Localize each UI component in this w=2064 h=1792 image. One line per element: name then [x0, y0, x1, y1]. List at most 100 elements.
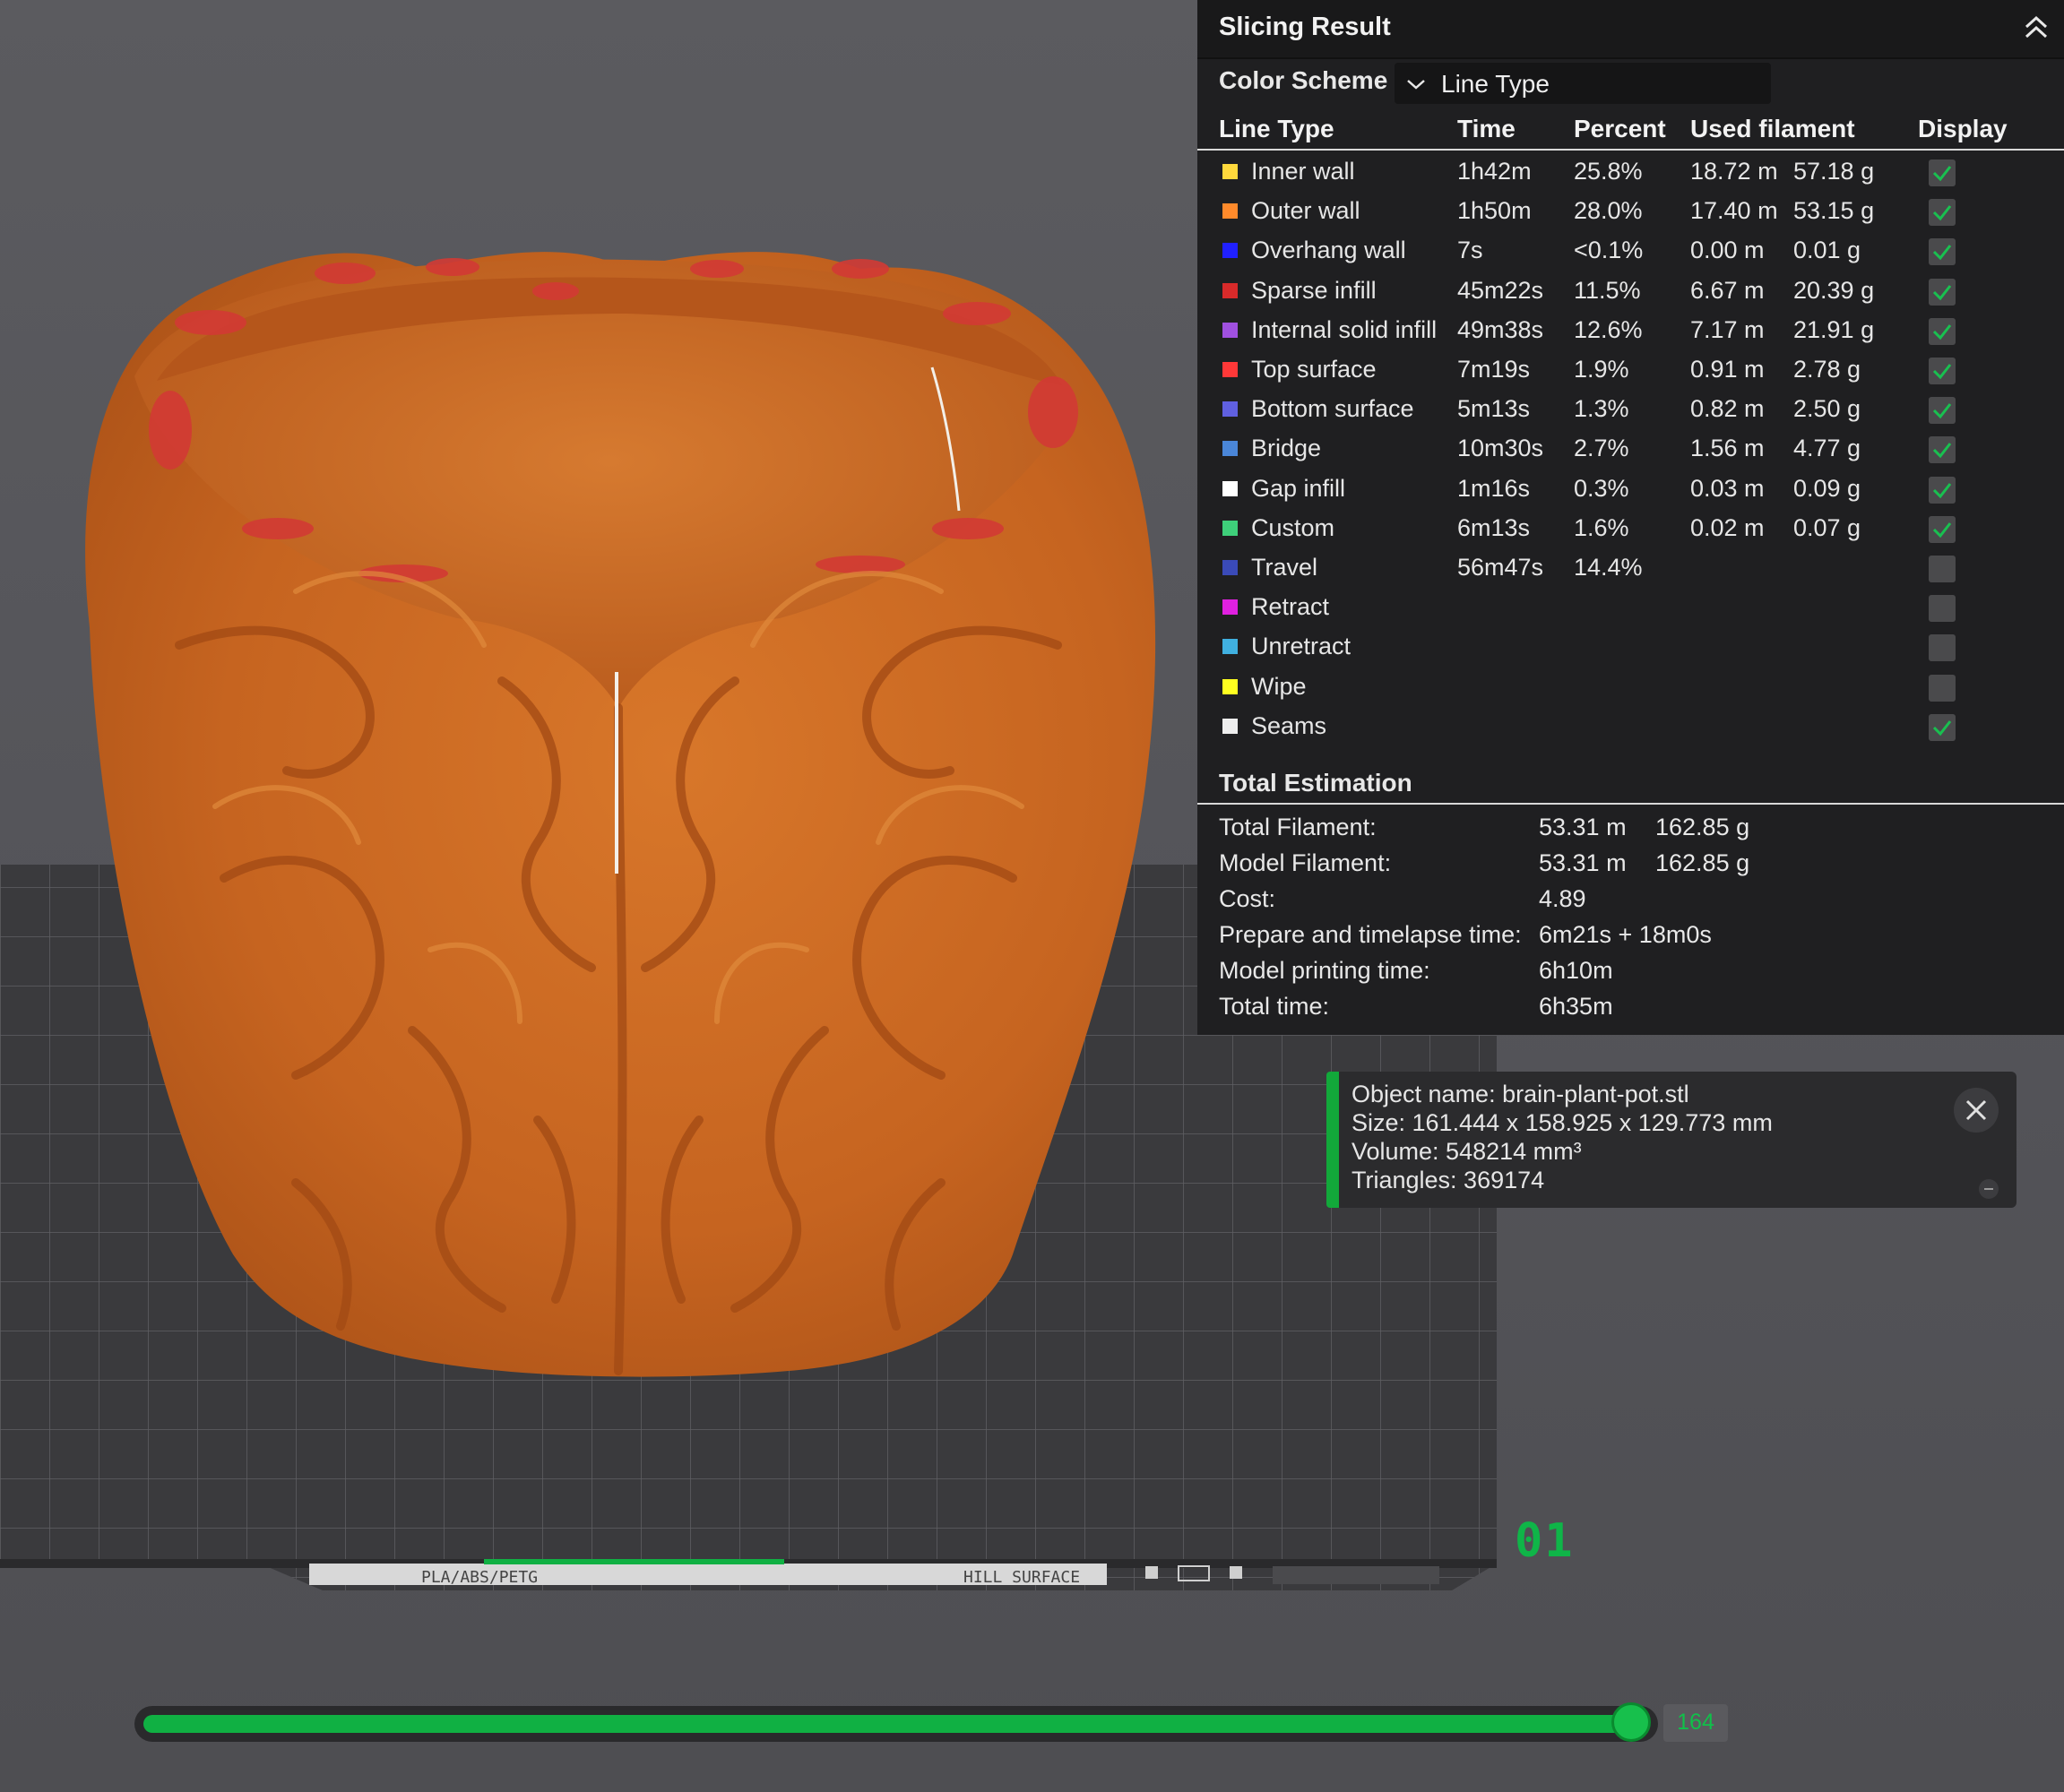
checkmark-icon — [1932, 482, 1952, 498]
line-type-weight: 57.18 g — [1793, 158, 1875, 185]
layer-slider-handle[interactable] — [1611, 1702, 1651, 1742]
display-checkbox[interactable] — [1929, 159, 1956, 186]
accent-bar — [1326, 1072, 1339, 1208]
line-type-weight: 0.07 g — [1793, 513, 1861, 541]
line-type-row: Top surface 7m19s 1.9% 0.91 m 2.78 g — [1197, 350, 2064, 390]
total-estimation-row: Model Filament: 53.31 m 162.85 g — [1197, 846, 2064, 882]
line-type-name: Unretract — [1251, 633, 1352, 660]
total-estimation-row: Cost: 4.89 — [1197, 882, 2064, 918]
total-estimation-row: Model printing time: 6h10m — [1197, 953, 2064, 989]
total-label: Cost: — [1219, 885, 1276, 912]
line-type-name: Wipe — [1251, 672, 1307, 700]
display-checkbox[interactable] — [1929, 317, 1956, 345]
color-swatch — [1222, 164, 1238, 179]
color-swatch — [1222, 639, 1238, 655]
display-checkbox[interactable] — [1929, 595, 1956, 623]
line-type-percent: 2.7% — [1574, 435, 1629, 462]
line-type-length: 6.67 m — [1690, 276, 1765, 304]
line-type-time: 10m30s — [1457, 435, 1544, 462]
display-checkbox[interactable] — [1929, 397, 1956, 425]
line-type-row: Internal solid infill 49m38s 12.6% 7.17 m 21… — [1197, 311, 2064, 350]
display-checkbox[interactable] — [1929, 199, 1956, 227]
line-type-percent: 1.6% — [1574, 513, 1629, 541]
line-type-row: Bridge 10m30s 2.7% 1.56 m 4.77 g — [1197, 429, 2064, 469]
color-swatch — [1222, 322, 1238, 338]
line-type-name: Inner wall — [1251, 158, 1355, 185]
color-scheme-value: Line Type — [1441, 70, 1550, 98]
line-type-row: Custom 6m13s 1.6% 0.02 m 0.07 g — [1197, 509, 2064, 548]
total-value: 53.31 m — [1539, 814, 1627, 840]
layer-slider-fill — [143, 1715, 1628, 1733]
line-type-name: Travel — [1251, 554, 1318, 581]
display-checkbox[interactable] — [1929, 436, 1956, 464]
line-type-length: 0.00 m — [1690, 237, 1765, 264]
line-type-name: Top surface — [1251, 356, 1377, 383]
display-checkbox[interactable] — [1929, 674, 1956, 702]
color-scheme-row: Color Scheme Line Type — [1197, 63, 2064, 106]
display-checkbox[interactable] — [1929, 515, 1956, 543]
minimize-icon[interactable] — [1979, 1179, 1999, 1199]
object-info-popup: Object name: brain-plant-pot.stl Size: 1… — [1326, 1072, 2017, 1208]
object-volume: Volume: 548214 mm³ — [1352, 1138, 1582, 1165]
line-type-length: 1.56 m — [1690, 435, 1765, 462]
layer-slider[interactable]: 164 — [134, 1701, 1730, 1747]
line-type-time: 5m13s — [1457, 395, 1531, 423]
color-swatch — [1222, 243, 1238, 259]
line-type-name: Outer wall — [1251, 197, 1360, 225]
color-swatch — [1222, 282, 1238, 298]
line-type-name: Internal solid infill — [1251, 315, 1438, 343]
total-value: 6h10m — [1539, 957, 1613, 984]
display-checkbox[interactable] — [1929, 556, 1956, 582]
object-triangles: Triangles: 369174 — [1352, 1167, 1545, 1193]
line-type-row: Sparse infill 45m22s 11.5% 6.67 m 20.39 g — [1197, 271, 2064, 311]
line-type-row: Gap infill 1m16s 0.3% 0.03 m 0.09 g — [1197, 470, 2064, 509]
collapse-chevron-up-icon[interactable] — [2021, 13, 2051, 43]
checkmark-icon — [1932, 205, 1952, 221]
color-swatch — [1222, 362, 1238, 377]
total-estimation-row: Total time: 6h35m — [1197, 989, 2064, 1025]
checkmark-icon — [1932, 245, 1952, 261]
display-checkbox[interactable] — [1929, 358, 1956, 384]
layer-number: 164 — [1677, 1710, 1714, 1735]
line-type-name: Custom — [1251, 513, 1335, 541]
line-type-length: 17.40 m — [1690, 197, 1778, 225]
plate-surface-label: HILL SURFACE — [963, 1568, 1081, 1587]
object-size: Size: 161.444 x 158.925 x 129.773 mm — [1352, 1109, 1773, 1136]
line-type-time: 56m47s — [1457, 554, 1544, 581]
slicing-result-panel: Slicing Result Color Scheme Line Type Li… — [1197, 0, 2064, 1035]
header-time: Time — [1457, 115, 1516, 142]
color-swatch — [1222, 678, 1238, 694]
total-label: Total time: — [1219, 993, 1330, 1020]
color-swatch — [1222, 560, 1238, 575]
line-type-time: 7s — [1457, 237, 1483, 264]
close-icon[interactable] — [1954, 1088, 1999, 1133]
total-value: 53.31 m — [1539, 849, 1627, 876]
line-type-weight: 0.09 g — [1793, 474, 1861, 502]
panel-header: Slicing Result — [1197, 0, 2064, 59]
line-type-weight: 20.39 g — [1793, 276, 1875, 304]
line-type-percent: 12.6% — [1574, 315, 1643, 343]
line-type-length: 0.03 m — [1690, 474, 1765, 502]
line-type-percent: 28.0% — [1574, 197, 1643, 225]
display-checkbox[interactable] — [1929, 278, 1956, 306]
line-type-time: 6m13s — [1457, 513, 1531, 541]
display-checkbox[interactable] — [1929, 634, 1956, 662]
line-type-row: Wipe — [1197, 668, 2064, 707]
line-type-name: Seams — [1251, 711, 1327, 739]
total-value: 6m21s + 18m0s — [1539, 921, 1712, 948]
color-swatch — [1222, 599, 1238, 616]
line-type-length: 0.82 m — [1690, 395, 1765, 423]
line-type-name: Overhang wall — [1251, 237, 1406, 264]
color-swatch — [1222, 718, 1238, 734]
brain-plant-pot-model[interactable] — [85, 252, 1156, 1377]
line-type-length: 18.72 m — [1690, 158, 1778, 185]
color-scheme-dropdown[interactable]: Line Type — [1395, 63, 1771, 104]
total-estimation-row: Prepare and timelapse time: 6m21s + 18m0s — [1197, 918, 2064, 953]
color-swatch — [1222, 441, 1238, 457]
line-type-percent: <0.1% — [1574, 237, 1644, 264]
display-checkbox[interactable] — [1929, 238, 1956, 266]
display-checkbox[interactable] — [1929, 713, 1956, 741]
line-type-length: 7.17 m — [1690, 315, 1765, 343]
display-checkbox[interactable] — [1929, 476, 1956, 504]
line-type-name: Bridge — [1251, 435, 1322, 462]
